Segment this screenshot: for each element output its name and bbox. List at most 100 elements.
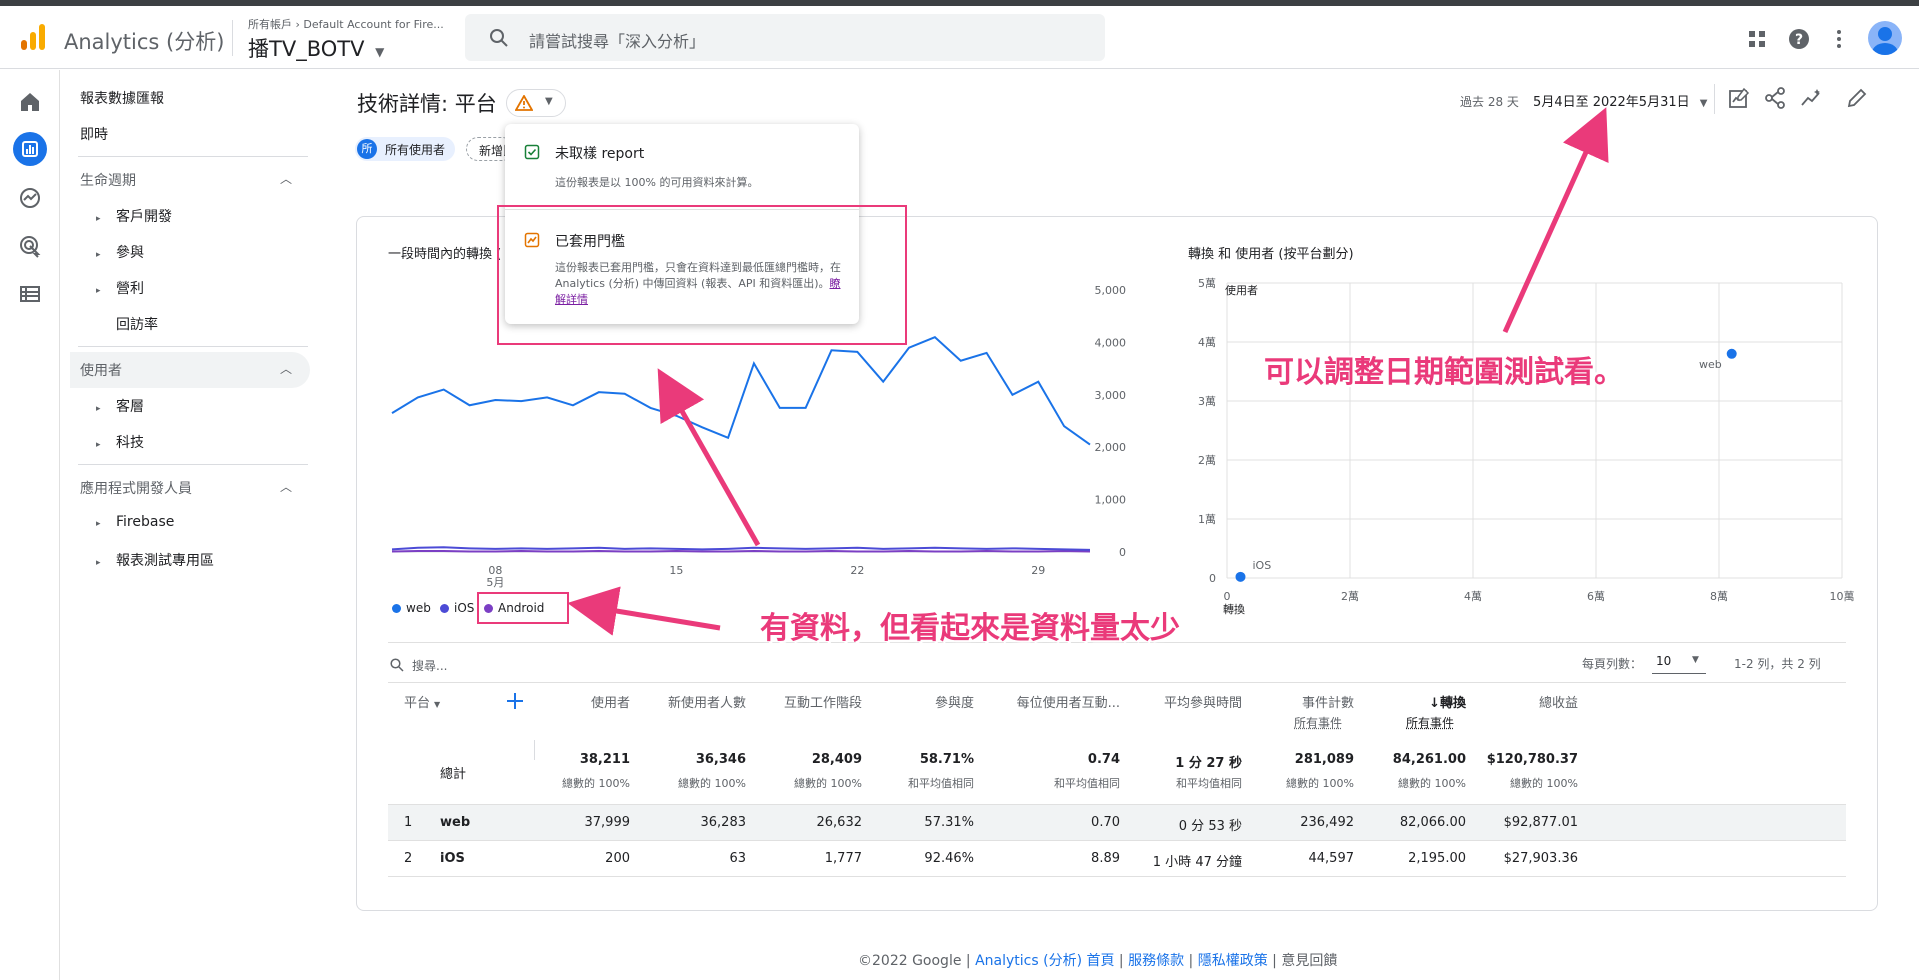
rows-per-page-label: 每頁列數： (1582, 657, 1643, 671)
totals-subtext: 和平均值相同 (1054, 777, 1120, 790)
account-breadcrumb[interactable]: 所有帳戶 › Default Account for Fire... (248, 16, 444, 32)
table-cell: 92.46% (924, 851, 974, 866)
nav-section-app-developer[interactable]: 應用程式開發人員 (80, 478, 192, 498)
property-name: 播TV_BOTV (248, 37, 365, 61)
chevron-up-icon[interactable]: ︿ (280, 478, 292, 495)
unsampled-title: 未取樣 report (555, 146, 645, 162)
nav-item-debug[interactable]: ▸ 報表測試專用區 (96, 550, 214, 570)
comparison-chip-all-users[interactable]: 所 所有使用者 (355, 137, 455, 161)
table-cell: $27,903.36 (1503, 851, 1578, 866)
annotation-box-android (477, 592, 569, 624)
nav-item-tech[interactable]: ▸ 科技 (96, 432, 144, 452)
caret-down-icon: ▼ (1699, 98, 1708, 109)
row-divider (388, 876, 1846, 877)
expand-arrow-icon: ▸ (96, 440, 101, 450)
more-vert-icon[interactable] (1828, 28, 1850, 50)
caret-down-icon: ▼ (375, 45, 385, 59)
reports-icon[interactable] (13, 132, 47, 166)
advertising-icon[interactable] (18, 234, 42, 258)
verified-check-icon (524, 144, 540, 160)
home-icon[interactable] (18, 90, 42, 114)
expand-arrow-icon: ▸ (96, 558, 101, 568)
top-app-bar: Analytics (分析) 所有帳戶 › Default Account fo… (0, 6, 1919, 69)
expand-arrow-icon: ▸ (96, 250, 101, 260)
row-index: 2 (404, 851, 413, 866)
line-chart-title: 一段時間內的轉換 ( (388, 247, 502, 262)
nav-section-lifecycle[interactable]: 生命週期 (80, 170, 136, 190)
table-search[interactable]: 搜尋... (390, 657, 447, 674)
configure-icon[interactable] (18, 282, 42, 306)
col-header-platform[interactable]: 平台 ▼ (404, 692, 440, 711)
explore-icon[interactable] (18, 186, 42, 210)
conversion-filter-dropdown[interactable]: 所有事件 (1406, 714, 1454, 731)
nav-item-monetization[interactable]: ▸ 營利 (96, 278, 144, 298)
caret-down-icon: ▼ (1692, 655, 1699, 665)
table-cell: 8.89 (1091, 851, 1120, 866)
data-quality-chip[interactable]: ▼ (506, 89, 566, 117)
expand-arrow-icon: ▸ (96, 404, 101, 414)
nav-item-engagement[interactable]: ▸ 參與 (96, 242, 144, 262)
header-divider (232, 20, 233, 56)
nav-item-acquisition[interactable]: ▸ 客戶開發 (96, 206, 172, 226)
legend-dot (440, 604, 449, 613)
toolbar-divider (1714, 84, 1715, 114)
event-filter-dropdown[interactable]: 所有事件 (1294, 714, 1342, 731)
person-icon (1872, 27, 1898, 55)
date-range-text: 5月4日至 2022年5月31日 (1533, 95, 1690, 110)
nav-reports-snapshot[interactable]: 報表數據匯報 (80, 88, 164, 108)
property-selector[interactable]: 播TV_BOTV ▼ (248, 33, 384, 63)
table-cell: 57.31% (924, 815, 974, 830)
nav-item-firebase[interactable]: ▸ Firebase (96, 514, 174, 530)
search-bar[interactable]: 請嘗試搜尋「深入分析」 (465, 14, 1105, 61)
caret-down-icon: ▼ (545, 96, 553, 107)
date-range-picker[interactable]: 過去 28 天 5月4日至 2022年5月31日 ▼ (1460, 91, 1707, 110)
row-divider (388, 840, 1846, 841)
left-rail (0, 70, 60, 980)
totals-subtext: 和平均值相同 (908, 777, 974, 790)
footer-home-link[interactable]: Analytics (分析) 首頁 (975, 953, 1114, 969)
nav-divider (78, 464, 308, 465)
table-cell: 0.70 (1091, 815, 1120, 830)
apps-icon[interactable] (1746, 28, 1768, 50)
caret-down-icon: ▼ (434, 700, 441, 709)
customize-report-icon[interactable] (1728, 87, 1750, 109)
edit-pencil-icon[interactable] (1846, 87, 1868, 109)
share-icon[interactable] (1764, 87, 1786, 109)
warning-icon (515, 95, 533, 111)
row-divider (388, 804, 1846, 805)
rows-per-page-select[interactable]: 10 ▼ (1652, 650, 1706, 674)
chevron-up-icon[interactable]: ︿ (280, 360, 292, 377)
col-header-total-revenue[interactable]: 總收益 (1438, 692, 1578, 711)
nav-realtime[interactable]: 即時 (80, 124, 108, 144)
footer-privacy-link[interactable]: 隱私權政策 (1198, 953, 1268, 969)
comparison-badge: 所 (357, 139, 377, 159)
insights-icon[interactable] (1800, 87, 1822, 109)
nav-section-user[interactable]: 使用者 (80, 360, 122, 380)
table-cell: $92,877.01 (1503, 815, 1578, 830)
footer-terms-link[interactable]: 服務條款 (1128, 953, 1184, 969)
legend-item-ios[interactable]: iOS (440, 601, 474, 615)
row-dimension-web[interactable]: web (440, 815, 470, 830)
nav-item-retention[interactable]: 回訪率 (96, 314, 158, 334)
footer-feedback[interactable]: 意見回饋 (1281, 953, 1337, 969)
totals-cell: $120,780.37 (1486, 752, 1578, 767)
analytics-logo-icon[interactable] (18, 22, 48, 52)
search-placeholder: 請嘗試搜尋「深入分析」 (529, 32, 706, 51)
table-search-placeholder: 搜尋... (412, 659, 448, 673)
expand-arrow-icon: ▸ (96, 519, 101, 529)
col-header-engaged-sessions-per-user[interactable]: 每位使用者互動... (980, 692, 1120, 711)
footer: ©2022 Google | Analytics (分析) 首頁 | 服務條款 … (858, 953, 1338, 969)
annotation-data-note: 有資料，但看起來是資料量太少 (760, 611, 1180, 646)
row-dimension-ios[interactable]: iOS (440, 851, 465, 866)
page-title: 技術詳情: 平台 (357, 92, 497, 116)
nav-divider (78, 156, 308, 157)
legend-item-web[interactable]: web (392, 601, 431, 615)
chevron-up-icon[interactable]: ︿ (280, 170, 292, 187)
nav-item-demographics[interactable]: ▸ 客層 (96, 396, 144, 416)
table-divider (388, 682, 1846, 683)
col-header-engagement-rate[interactable]: 參與度 (834, 692, 974, 711)
totals-cell: 0.74 (1087, 752, 1120, 767)
avatar[interactable] (1868, 21, 1902, 55)
help-icon[interactable]: ? (1788, 28, 1810, 50)
comparison-label: 所有使用者 (385, 143, 446, 157)
